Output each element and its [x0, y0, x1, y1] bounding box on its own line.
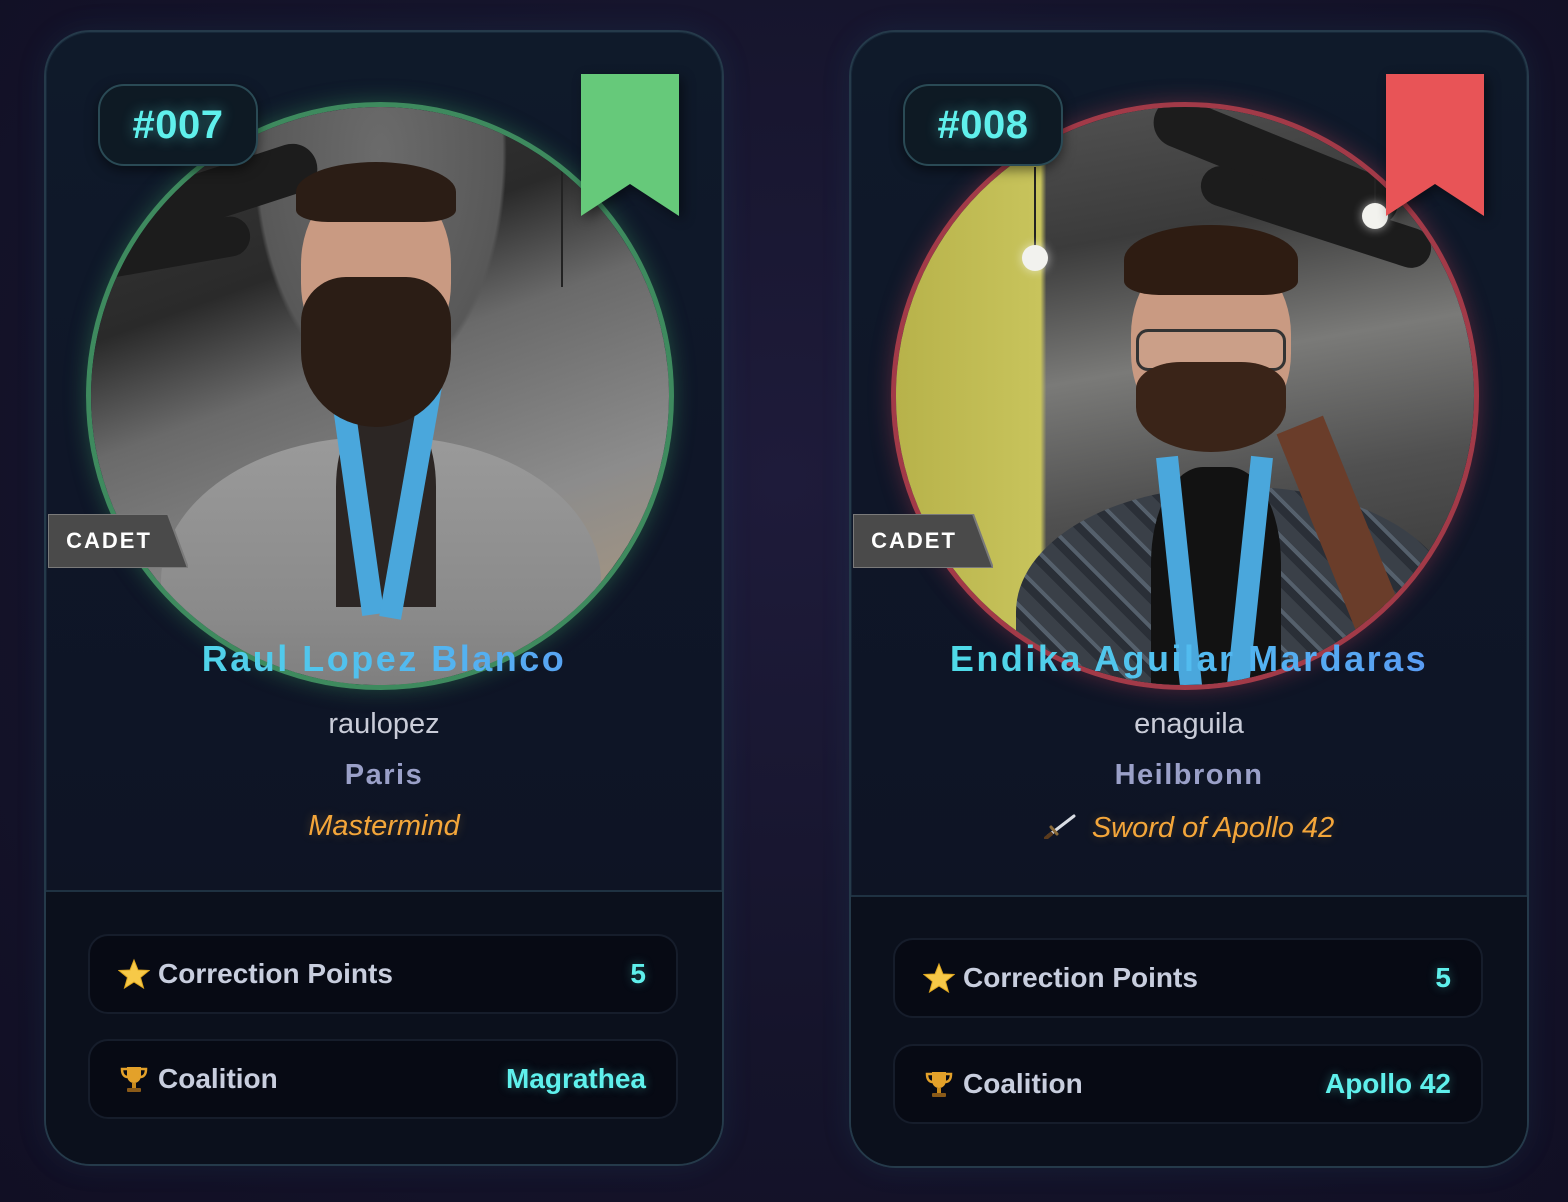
- stat-label: Correction Points: [158, 958, 393, 989]
- full-name: Endika Aguilar Mardaras: [851, 638, 1527, 680]
- status-ribbon-green: [581, 74, 679, 216]
- user-title-text: Sword of Apollo 42: [1091, 812, 1335, 844]
- full-name: Raul Lopez Blanco: [46, 638, 722, 680]
- campus-name: Paris: [344, 759, 424, 791]
- sword-icon: [1043, 813, 1078, 840]
- login-name: raulopez: [328, 708, 440, 740]
- stat-value: 5: [1435, 962, 1451, 993]
- profile-card[interactable]: #007 CADET Raul Lopez Blanco raulopez Pa…: [44, 30, 724, 1166]
- stat-value: 5: [630, 958, 646, 989]
- trophy-icon: [923, 1068, 955, 1100]
- rank-tag: CADET: [853, 514, 993, 568]
- user-title-text: Mastermind: [308, 810, 460, 842]
- card-header-section: #007 CADET Raul Lopez Blanco raulopez Pa…: [46, 32, 722, 890]
- star-icon: [923, 962, 955, 994]
- card-stats-section: [46, 892, 722, 1164]
- stat-label: Correction Points: [963, 962, 1198, 993]
- status-ribbon-red: [1386, 74, 1484, 216]
- user-title: Mastermind: [46, 810, 722, 843]
- rank-label: CADET: [871, 528, 957, 553]
- stat-label: Coalition: [158, 1063, 278, 1094]
- card-number-badge: #008: [903, 84, 1063, 166]
- stat-coalition: Coalition Apollo 42: [893, 1044, 1483, 1124]
- campus-name: Heilbronn: [1114, 759, 1264, 791]
- rank-label: CADET: [66, 528, 152, 553]
- star-icon: [118, 958, 150, 990]
- stat-value: Apollo 42: [1324, 1068, 1451, 1099]
- stat-value: Magrathea: [505, 1063, 646, 1094]
- rank-tag: CADET: [48, 514, 188, 568]
- stat-correction-points: Correction Points 5: [893, 938, 1483, 1018]
- profile-card[interactable]: #008 CADET Endika Aguilar Mardaras enagu…: [849, 30, 1529, 1168]
- card-header-section: #008 CADET Endika Aguilar Mardaras enagu…: [851, 32, 1527, 895]
- trophy-icon: [118, 1063, 150, 1095]
- stat-coalition: Coalition Magrathea: [88, 1039, 678, 1119]
- card-number-badge: #007: [98, 84, 258, 166]
- stat-correction-points: Correction Points 5: [88, 934, 678, 1014]
- stat-label: Coalition: [963, 1068, 1083, 1099]
- user-title: Sword of Apollo 42: [851, 812, 1527, 845]
- login-name: enaguila: [1134, 708, 1244, 740]
